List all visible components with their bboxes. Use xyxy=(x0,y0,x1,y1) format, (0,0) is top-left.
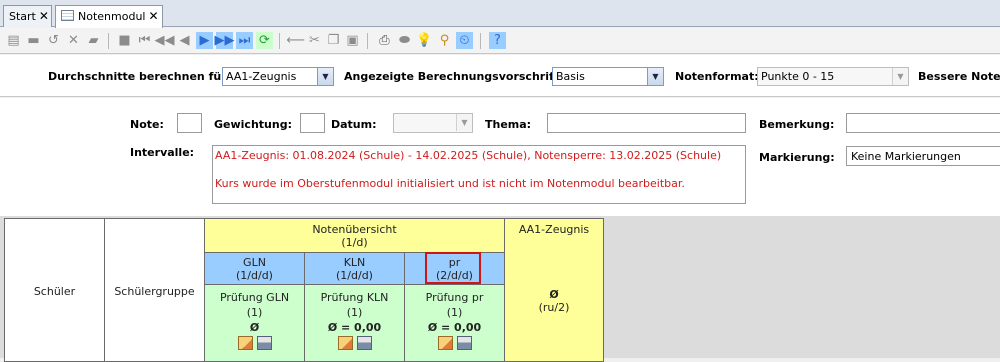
next-page-icon[interactable]: ▶▶ xyxy=(215,32,235,49)
toolbar-separator xyxy=(367,33,368,49)
weight-input[interactable] xyxy=(300,113,325,133)
copy-icon[interactable]: ❐ xyxy=(325,32,342,49)
chevron-down-icon[interactable]: ▼ xyxy=(317,68,333,85)
save-icon[interactable]: ▬ xyxy=(25,32,42,49)
exam-cell-pr[interactable]: Prüfung pr (1) Ø = 0,00 xyxy=(404,284,505,362)
clock-icon[interactable]: ⏲ xyxy=(456,32,473,49)
edit-icon[interactable] xyxy=(337,336,353,350)
edit-icon[interactable] xyxy=(237,336,253,350)
broom-icon[interactable]: ⚲ xyxy=(436,32,453,49)
chevron-down-icon[interactable]: ▼ xyxy=(647,68,663,85)
interval-label: Intervalle: xyxy=(130,146,195,159)
tab-notenmodul-label: Notenmodul xyxy=(78,10,146,23)
hide-icon[interactable]: ⬬ xyxy=(396,32,413,49)
toolbar-separator xyxy=(279,33,280,49)
format-value: Punkte 0 - 15 xyxy=(761,70,835,83)
close-icon[interactable]: ✕ xyxy=(39,9,49,23)
marking-value: Keine Markierungen xyxy=(851,150,961,163)
column-header-kln[interactable]: KLN (1/d/d) xyxy=(304,252,405,285)
student-header[interactable]: Schüler xyxy=(4,218,105,362)
column-header-gln[interactable]: GLN (1/d/d) xyxy=(204,252,305,285)
print-icon[interactable]: ⎙ xyxy=(376,32,393,49)
averages-value: AA1-Zeugnis xyxy=(226,70,297,83)
print-icon[interactable] xyxy=(256,336,272,350)
comment-icon[interactable]: ▰ xyxy=(85,32,102,49)
remark-input[interactable] xyxy=(846,113,1000,133)
weight-label: Gewichtung: xyxy=(214,118,292,131)
tab-start[interactable]: Start ✕ xyxy=(3,5,52,27)
tab-bar: Start ✕ Notenmodul ✕ xyxy=(0,0,1000,28)
report-header[interactable]: AA1-Zeugnis Ø (ru/2) xyxy=(504,218,604,362)
chevron-down-icon[interactable]: ▼ xyxy=(892,68,908,85)
group-header[interactable]: Schülergruppe xyxy=(104,218,205,362)
cut-icon[interactable]: ✂ xyxy=(306,32,323,49)
toolbar: ▤ ▬ ↺ ✕ ▰ ■ ⏮ ◀◀ ◀ ▶ ▶▶ ⏭ ⟳ ⟵ ✂ ❐ ▣ ⎙ ⬬ … xyxy=(0,28,1000,54)
date-picker[interactable]: ▼ xyxy=(393,113,473,133)
print-icon[interactable] xyxy=(356,336,372,350)
better-grade-label: Bessere Note b xyxy=(918,70,1000,83)
last-record-icon[interactable]: ⏭ xyxy=(236,32,253,49)
toolbar-separator xyxy=(480,33,481,49)
topic-input[interactable] xyxy=(547,113,746,133)
rule-label: Angezeigte Berechnungsvorschrift: xyxy=(344,70,564,83)
topic-label: Thema: xyxy=(485,118,532,131)
previous-icon[interactable]: ◀ xyxy=(176,32,193,49)
delete-icon[interactable]: ✕ xyxy=(65,32,82,49)
new-icon[interactable]: ▤ xyxy=(5,32,22,49)
filter-row: Durchschnitte berechnen für: AA1-Zeugnis… xyxy=(0,55,1000,97)
lightbulb-icon[interactable]: 💡 xyxy=(416,32,433,49)
exam-cell-gln[interactable]: Prüfung GLN (1) Ø xyxy=(204,284,305,362)
note-label: Note: xyxy=(130,118,164,131)
marking-select[interactable]: Keine Markierungen xyxy=(846,146,1000,166)
back-arrow-icon[interactable]: ⟵ xyxy=(286,32,305,49)
remark-label: Bemerkung: xyxy=(759,118,835,131)
previous-page-icon[interactable]: ◀◀ xyxy=(155,32,175,49)
edit-icon[interactable] xyxy=(437,336,453,350)
paste-icon[interactable]: ▣ xyxy=(344,32,361,49)
note-input[interactable] xyxy=(177,113,202,133)
averages-select[interactable]: AA1-Zeugnis ▼ xyxy=(222,67,334,86)
averages-label: Durchschnitte berechnen für: xyxy=(48,70,232,83)
exam-cell-kln[interactable]: Prüfung KLN (1) Ø = 0,00 xyxy=(304,284,405,362)
overview-header[interactable]: Notenübersicht (1/d) xyxy=(204,218,505,253)
rule-value: Basis xyxy=(556,70,585,83)
chevron-down-icon[interactable]: ▼ xyxy=(456,114,472,131)
first-record-icon[interactable]: ⏮ xyxy=(136,32,153,49)
rule-select[interactable]: Basis ▼ xyxy=(552,67,664,86)
interval-line: Kurs wurde im Oberstufenmodul initialisi… xyxy=(215,177,685,190)
tab-start-label: Start xyxy=(9,10,36,23)
selection-highlight xyxy=(425,252,481,284)
format-select[interactable]: Punkte 0 - 15 ▼ xyxy=(757,67,909,86)
print-icon[interactable] xyxy=(456,336,472,350)
undo-icon[interactable]: ↺ xyxy=(45,32,62,49)
tab-notenmodul[interactable]: Notenmodul ✕ xyxy=(55,5,163,28)
interval-box[interactable]: AA1-Zeugnis: 01.08.2024 (Schule) - 14.02… xyxy=(212,145,746,204)
next-icon[interactable]: ▶ xyxy=(196,32,213,49)
toolbar-separator xyxy=(108,33,109,49)
folder-icon[interactable]: ■ xyxy=(116,32,133,49)
marking-label: Markierung: xyxy=(759,151,835,164)
format-label: Notenformat: xyxy=(675,70,759,83)
grade-grid: Schüler Schülergruppe Notenübersicht (1/… xyxy=(0,216,1000,362)
refresh-icon[interactable]: ⟳ xyxy=(256,32,273,49)
interval-line: AA1-Zeugnis: 01.08.2024 (Schule) - 14.02… xyxy=(215,149,722,162)
date-label: Datum: xyxy=(331,118,377,131)
close-icon[interactable]: ✕ xyxy=(148,9,158,23)
grade-form: Note: Gewichtung: Datum: ▼ Thema: Bemerk… xyxy=(0,98,1000,216)
calendar-icon xyxy=(61,10,74,21)
help-icon[interactable]: ? xyxy=(489,32,506,49)
